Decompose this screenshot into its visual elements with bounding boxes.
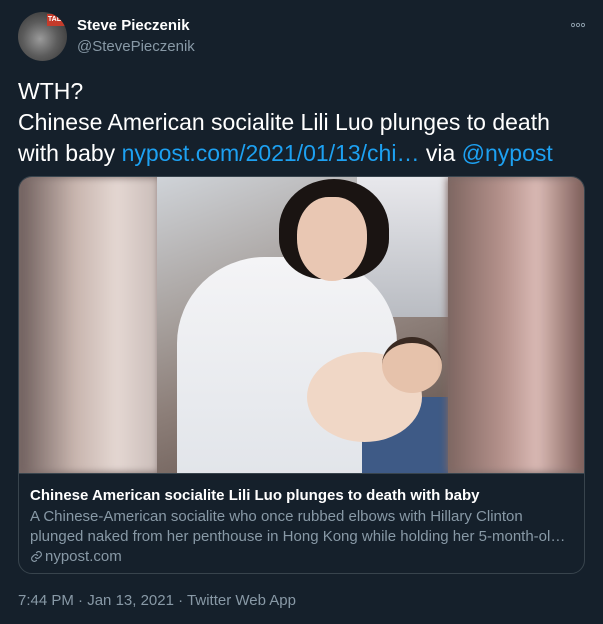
more-horizontal-icon[interactable]: [570, 16, 586, 31]
meta-separator-1: ·: [73, 592, 88, 609]
tweet-date[interactable]: Jan 13, 2021: [87, 592, 174, 609]
link-preview-card[interactable]: Chinese American socialite Lili Luo plun…: [18, 176, 585, 574]
card-body: Chinese American socialite Lili Luo plun…: [19, 473, 584, 573]
card-description: A Chinese-American socialite who once ru…: [30, 507, 575, 547]
photo-face: [297, 197, 367, 281]
tweet-line-1: WTH?: [18, 78, 84, 104]
tweet-via-text: via: [419, 140, 462, 166]
card-description-line-2: plunged naked from her penthouse in Hong…: [30, 528, 566, 545]
card-description-line-1: A Chinese-American socialite who once ru…: [30, 508, 523, 525]
author-handle[interactable]: @StevePieczenik: [77, 38, 195, 55]
card-image-blur-right: [447, 177, 584, 473]
meta-separator-2: ·: [173, 592, 188, 609]
tweet-line-3: with baby nypost.com/2021/01/13/chi… via…: [18, 138, 588, 169]
photo-baby-head: [382, 337, 442, 393]
card-image: [19, 177, 584, 473]
card-image-blur-left: [19, 177, 159, 473]
link-icon: [30, 549, 45, 569]
mention-link[interactable]: @nypost: [462, 140, 553, 166]
card-domain-row: nypost.com: [30, 547, 575, 569]
tweet-text: WTH? Chinese American socialite Lili Luo…: [18, 76, 588, 169]
avatar[interactable]: TALK: [18, 12, 67, 61]
card-domain: nypost.com: [45, 548, 122, 565]
tweet-time[interactable]: 7:44 PM: [18, 592, 74, 609]
tweet: TALK Steve Pieczenik @StevePieczenik WTH…: [0, 0, 603, 624]
author-name[interactable]: Steve Pieczenik: [77, 17, 190, 34]
more-dots-graphic: [570, 22, 586, 28]
card-photo: [157, 177, 448, 473]
link-icon-graphic: [31, 551, 42, 562]
tweet-line-2: Chinese American socialite Lili Luo plun…: [18, 109, 550, 135]
tweet-source[interactable]: Twitter Web App: [187, 592, 296, 609]
card-title: Chinese American socialite Lili Luo plun…: [30, 487, 480, 504]
avatar-tag-text: TALK: [47, 14, 67, 26]
tweet-meta: 7:44 PM · Jan 13, 2021 · Twitter Web App: [18, 592, 296, 609]
tweet-line-3-prefix: with baby: [18, 140, 122, 166]
tweet-url-link[interactable]: nypost.com/2021/01/13/chi…: [122, 140, 420, 166]
